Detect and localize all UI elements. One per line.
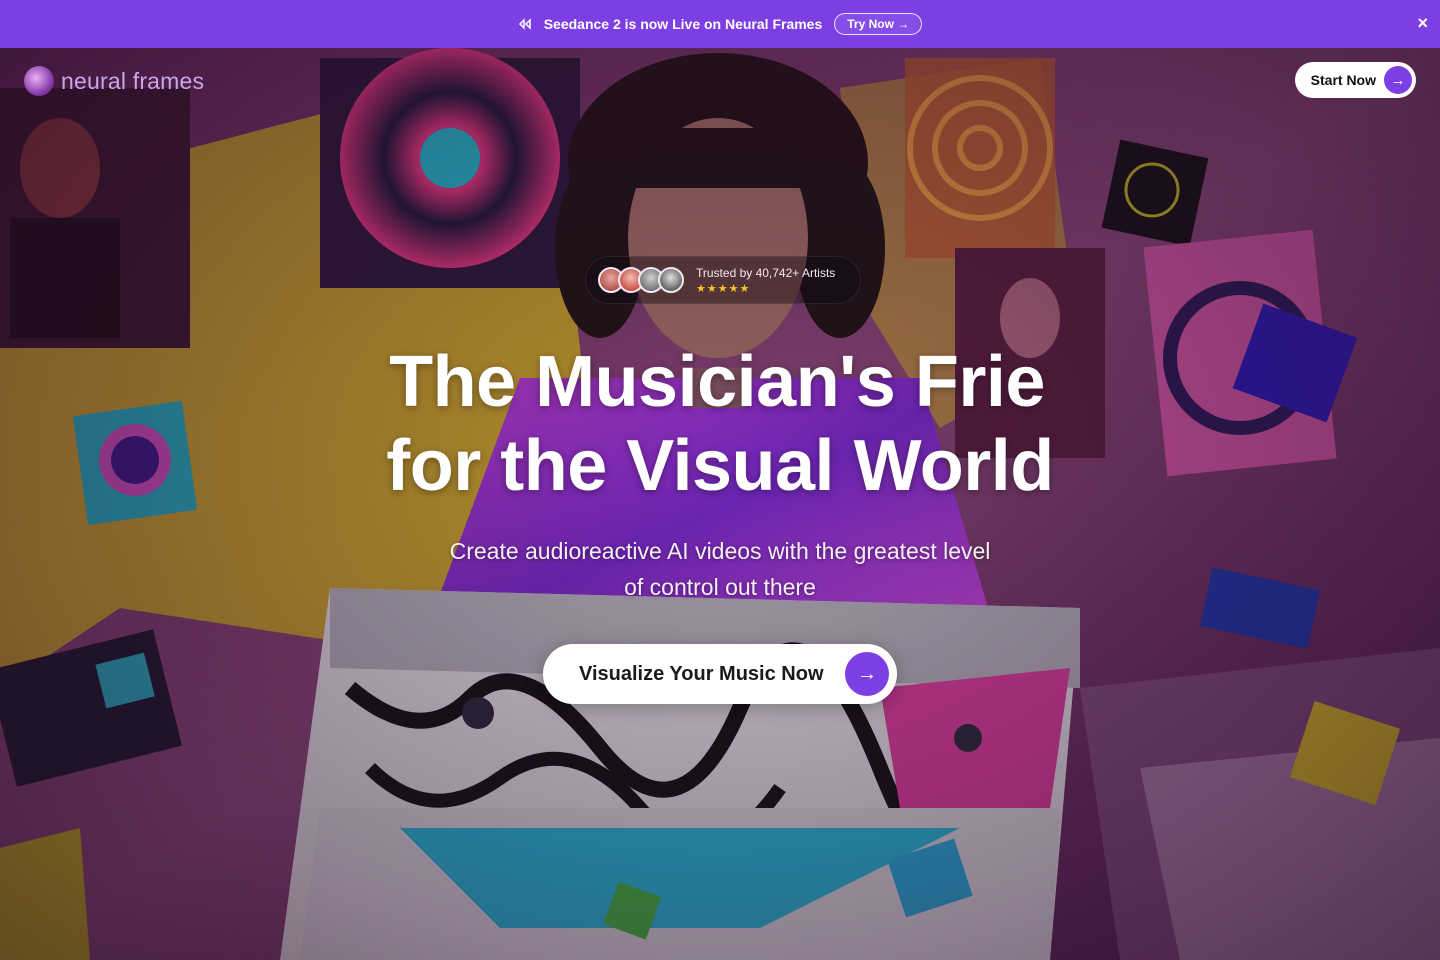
logo[interactable]: neural frames [24, 66, 204, 96]
headline-line-1: The Musician's Frie [389, 342, 1045, 422]
close-icon[interactable]: × [1417, 14, 1428, 32]
trust-label: Trusted by 40,742+ Artists [696, 265, 836, 280]
trust-badge: Trusted by 40,742+ Artists ★★★★★ [585, 256, 861, 304]
announcement-bar: Seedance 2 is now Live on Neural Frames … [0, 0, 1440, 48]
artist-avatars [598, 267, 684, 293]
announcement-text: Seedance 2 is now Live on Neural Frames [543, 16, 823, 32]
hero-subtitle: Create audioreactive AI videos with the … [0, 533, 1440, 605]
subtitle-line-1: Create audioreactive AI videos with the … [449, 538, 991, 564]
visualize-music-button[interactable]: Visualize Your Music Now → [543, 644, 897, 704]
headline-line-2: for the Visual World [386, 426, 1054, 506]
hero-headline: The Musician's Frie for the Visual World [0, 340, 1440, 508]
logo-icon [24, 66, 54, 96]
arrow-right-icon: → [1384, 66, 1412, 94]
arrow-right-icon: → [845, 652, 889, 696]
subtitle-line-2: of control out there [624, 574, 816, 600]
sparkle-icon [518, 18, 534, 30]
start-now-button[interactable]: Start Now → [1294, 62, 1416, 98]
rating-stars: ★★★★★ [696, 282, 751, 295]
start-now-label: Start Now [1310, 72, 1376, 88]
cta-label: Visualize Your Music Now [579, 662, 824, 685]
logo-text: neural frames [61, 67, 205, 94]
try-now-button[interactable]: Try Now → [834, 13, 923, 35]
avatar [658, 267, 684, 293]
